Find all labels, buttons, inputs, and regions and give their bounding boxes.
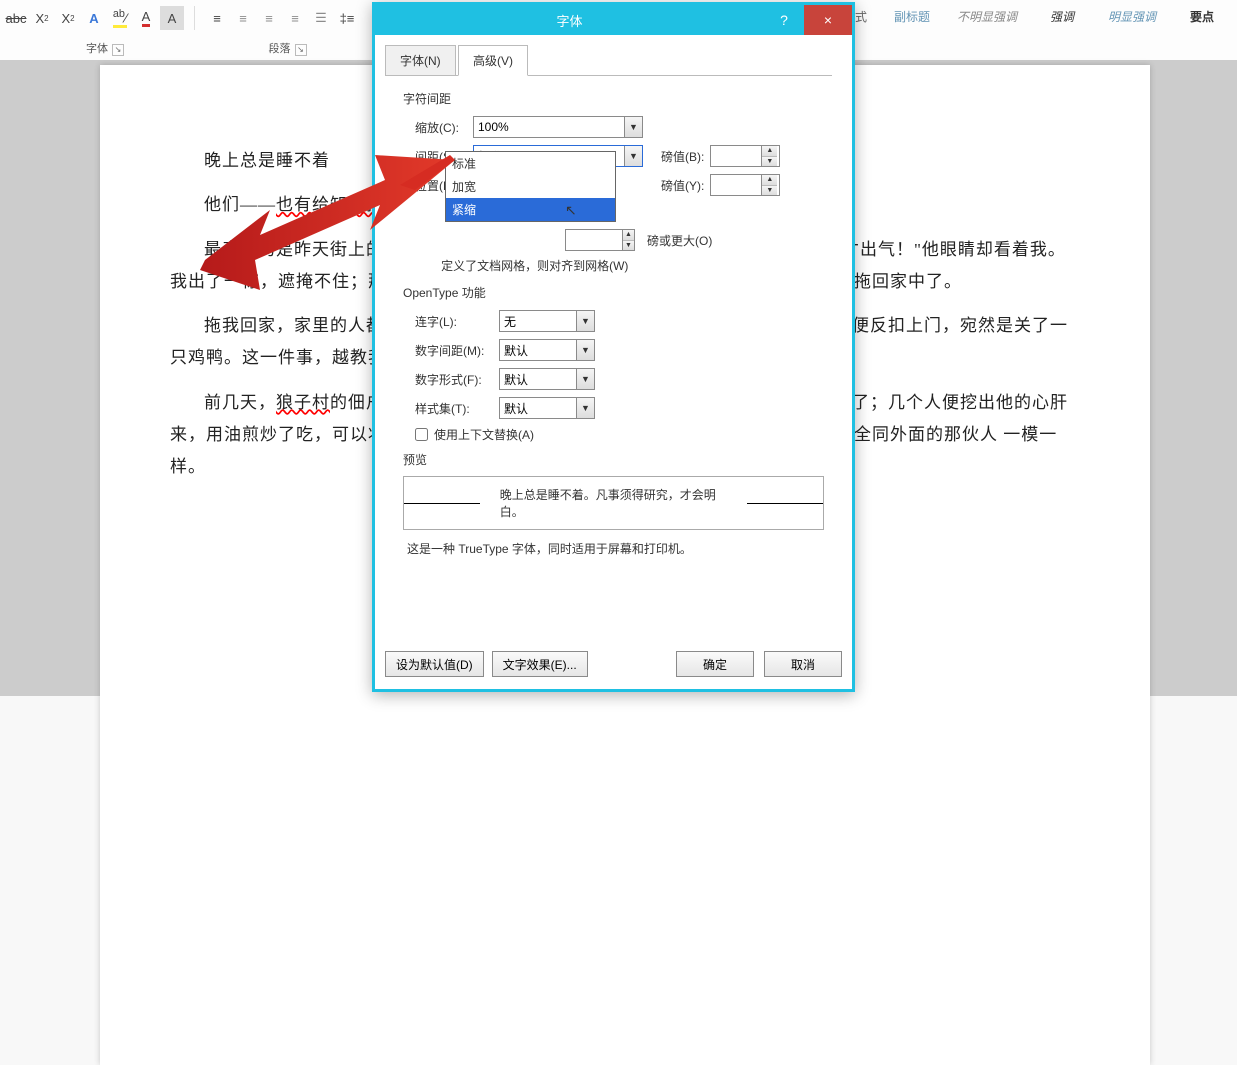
align-right-button[interactable]: ≡ — [257, 6, 281, 30]
superscript-button[interactable]: X2 — [56, 6, 80, 30]
dropdown-option-condensed[interactable]: 紧缩 — [446, 198, 615, 221]
label-numspacing: 数字间距(M): — [415, 342, 499, 359]
preview-box: 晚上总是睡不着。凡事须得研究，才会明白。 — [403, 476, 824, 530]
dialog-title-bar[interactable]: 字体 ? × — [375, 5, 852, 35]
styleset-combo[interactable]: ▼ — [499, 397, 595, 419]
set-default-button[interactable]: 设为默认值(D) — [385, 651, 484, 677]
section-opentype: OpenType 功能 — [403, 284, 824, 301]
label-kern-suffix: 磅或更大(O) — [647, 232, 712, 249]
dialog-tabs: 字体(N) 高级(V) 字符间距 缩放(C): ▼ 间距(S): ▼ 磅值(B)… — [375, 35, 852, 558]
subscript-button[interactable]: X2 — [30, 6, 54, 30]
style-subtitle[interactable]: 副标题 — [887, 8, 937, 25]
grid-checkbox-row: ☐ 果定义了文档网格，则对齐到网格(W) — [415, 257, 824, 274]
group-label-font: 字体↘ — [0, 40, 210, 56]
chevron-down-icon[interactable]: ▼ — [576, 369, 594, 389]
line-spacing-button[interactable]: ‡≡ — [335, 6, 359, 30]
preview-text: 晚上总是睡不着。凡事须得研究，才会明白。 — [500, 486, 727, 520]
style-intense-emphasis[interactable]: 明显强调 — [1107, 8, 1157, 25]
align-left-button[interactable]: ≡ — [205, 6, 229, 30]
para-group-launcher[interactable]: ↘ — [295, 44, 307, 56]
style-emphasis[interactable]: 强调 — [1037, 8, 1087, 25]
align-center-button[interactable]: ≡ — [231, 6, 255, 30]
numform-combo[interactable]: ▼ — [499, 368, 595, 390]
style-subtle-emphasis[interactable]: 不明显强调 — [957, 8, 1017, 25]
char-shading-button[interactable]: A — [160, 6, 184, 30]
chevron-down-icon[interactable]: ▼ — [576, 311, 594, 331]
font-dialog: 字体 ? × 字体(N) 高级(V) 字符间距 缩放(C): ▼ 间距(S): … — [372, 2, 855, 692]
label-scale: 缩放(C): — [415, 119, 473, 136]
close-button[interactable]: × — [804, 5, 852, 35]
spinner[interactable]: ▲▼ — [761, 175, 777, 195]
section-preview: 预览 — [403, 451, 824, 468]
tab-panel-advanced: 字符间距 缩放(C): ▼ 间距(S): ▼ 磅值(B): ▲▼ — [395, 75, 832, 557]
label-ligatures: 连字(L): — [415, 313, 499, 330]
dropdown-option-standard[interactable]: 标准 — [446, 152, 615, 175]
context-checkbox-input[interactable] — [415, 428, 428, 441]
cancel-button[interactable]: 取消 — [764, 651, 842, 677]
chevron-down-icon[interactable]: ▼ — [624, 117, 642, 137]
distribute-button[interactable]: ☰ — [309, 6, 333, 30]
dialog-title: 字体 — [375, 11, 764, 30]
context-checkbox[interactable]: 使用上下文替换(A) — [415, 426, 824, 443]
scale-combo[interactable]: ▼ — [473, 116, 643, 138]
font-color-button[interactable]: A — [134, 6, 158, 30]
strikethrough-button[interactable]: abc — [4, 6, 28, 30]
text-effects-button[interactable]: A — [82, 6, 106, 30]
dropdown-option-expanded[interactable]: 加宽 — [446, 175, 615, 198]
spinner[interactable]: ▲▼ — [622, 230, 634, 250]
label-points-y: 磅值(Y): — [661, 177, 704, 194]
chevron-down-icon[interactable]: ▼ — [624, 146, 642, 166]
font-group-launcher[interactable]: ↘ — [112, 44, 124, 56]
kern-points-input[interactable]: ▲▼ — [565, 229, 635, 251]
kerning-row: ▲▼ 磅或更大(O) — [415, 229, 824, 251]
scale-input[interactable] — [474, 117, 624, 137]
label-numform: 数字形式(F): — [415, 371, 499, 388]
ligatures-combo[interactable]: ▼ — [499, 310, 595, 332]
section-char-spacing: 字符间距 — [403, 90, 824, 107]
style-key-point[interactable]: 要点 — [1177, 8, 1227, 25]
help-button[interactable]: ? — [764, 5, 804, 35]
spacing-dropdown-list[interactable]: 标准 加宽 紧缩 — [445, 151, 616, 222]
font-note: 这是一种 TrueType 字体，同时适用于屏幕和打印机。 — [407, 540, 824, 557]
text-effects-button[interactable]: 文字效果(E)... — [492, 651, 588, 677]
numspacing-combo[interactable]: ▼ — [499, 339, 595, 361]
spinner[interactable]: ▲▼ — [761, 146, 777, 166]
chevron-down-icon[interactable]: ▼ — [576, 398, 594, 418]
chevron-down-icon[interactable]: ▼ — [576, 340, 594, 360]
tab-font[interactable]: 字体(N) — [385, 45, 456, 76]
group-label-para: 段落↘ — [210, 40, 365, 56]
styles-gallery: 式 副标题 不明显强调 强调 明显强调 要点 — [835, 8, 1227, 25]
preview-line-left — [404, 503, 480, 504]
wavy-underline-text-2: 狼子村 — [276, 393, 330, 412]
dialog-buttons: 设为默认值(D) 文字效果(E)... 确定 取消 — [385, 651, 842, 677]
points-b-input[interactable]: ▲▼ — [710, 145, 780, 167]
wavy-underline-text: 也有给知县打 — [276, 195, 384, 214]
align-justify-button[interactable]: ≡ — [283, 6, 307, 30]
label-styleset: 样式集(T): — [415, 400, 499, 417]
highlight-button[interactable]: ab⁄ — [108, 6, 132, 30]
ligatures-input[interactable] — [500, 311, 576, 331]
label-points-b: 磅值(B): — [661, 148, 704, 165]
points-y-input[interactable]: ▲▼ — [710, 174, 780, 196]
preview-line-right — [747, 503, 823, 504]
ok-button[interactable]: 确定 — [676, 651, 754, 677]
divider — [194, 6, 195, 30]
tab-advanced[interactable]: 高级(V) — [458, 45, 528, 76]
style-suffix: 式 — [855, 8, 867, 25]
